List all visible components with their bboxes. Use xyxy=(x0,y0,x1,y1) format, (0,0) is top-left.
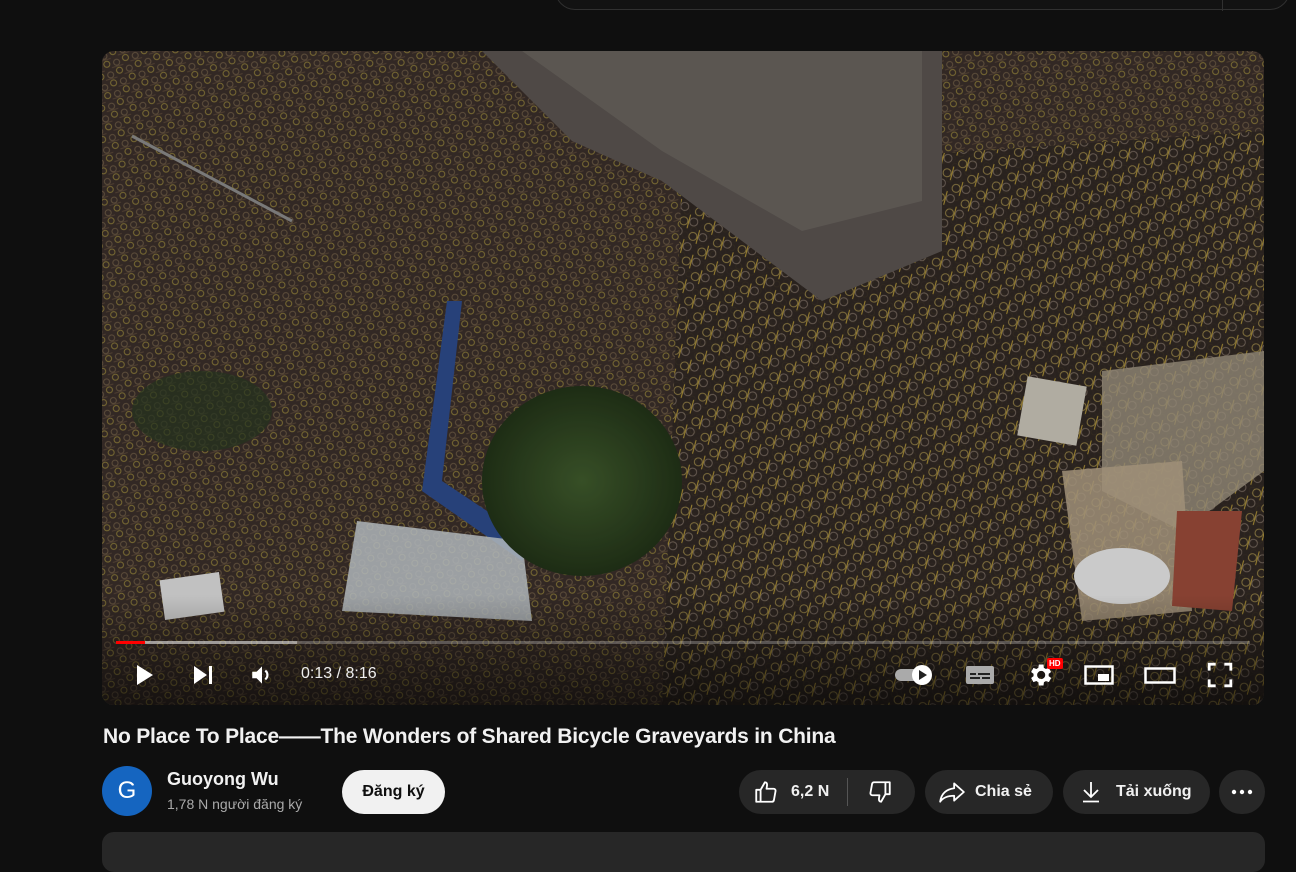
next-icon xyxy=(194,666,212,684)
volume-icon xyxy=(252,666,269,684)
time-display: 0:13 / 8:16 xyxy=(301,665,377,682)
description-box[interactable] xyxy=(102,832,1265,872)
share-label: Chia sẻ xyxy=(975,783,1032,800)
progress-bar[interactable] xyxy=(116,641,1250,644)
download-icon xyxy=(1083,782,1099,803)
subscriber-count: 1,78 N người đăng ký xyxy=(167,796,303,812)
theater-button[interactable] xyxy=(1138,651,1182,699)
download-button[interactable]: Tải xuống xyxy=(1063,770,1210,814)
fullscreen-icon xyxy=(1207,662,1233,688)
captions-icon xyxy=(966,666,994,684)
video-title: No Place To Place——The Wonders of Shared… xyxy=(103,725,836,748)
autoplay-toggle-icon xyxy=(895,665,932,685)
search-divider xyxy=(1222,0,1223,11)
played-bar xyxy=(116,641,146,644)
more-actions-button[interactable] xyxy=(1219,770,1265,814)
share-button[interactable]: Chia sẻ xyxy=(925,770,1053,814)
like-dislike-group: 6,2 N xyxy=(739,770,915,814)
miniplayer-button[interactable] xyxy=(1077,651,1121,699)
channel-name[interactable]: Guoyong Wu xyxy=(167,769,279,790)
hd-badge: HD xyxy=(1047,658,1063,669)
autoplay-toggle[interactable] xyxy=(892,651,938,699)
like-count: 6,2 N xyxy=(791,783,830,800)
video-player[interactable]: 0:13 / 8:16 HD xyxy=(102,51,1264,705)
fullscreen-button[interactable] xyxy=(1198,651,1242,699)
avatar-letter: G xyxy=(117,777,137,804)
more-horizontal-icon xyxy=(1231,789,1253,795)
avatar[interactable]: G xyxy=(102,766,152,816)
dislike-button[interactable] xyxy=(848,770,912,814)
captions-button[interactable] xyxy=(958,651,1002,699)
play-button[interactable] xyxy=(124,651,164,699)
share-arrow-icon xyxy=(939,782,965,803)
volume-button[interactable] xyxy=(242,651,282,699)
theater-icon xyxy=(1144,667,1176,684)
search-bar-edge[interactable] xyxy=(555,0,1290,11)
download-label: Tải xuống xyxy=(1116,783,1192,800)
thumbs-down-icon xyxy=(869,781,891,803)
like-button[interactable]: 6,2 N xyxy=(739,770,829,814)
next-button[interactable] xyxy=(183,651,223,699)
subscribe-button[interactable]: Đăng ký xyxy=(342,770,445,814)
miniplayer-icon xyxy=(1084,665,1114,685)
thumbs-up-icon xyxy=(755,781,777,803)
play-icon xyxy=(137,665,153,685)
